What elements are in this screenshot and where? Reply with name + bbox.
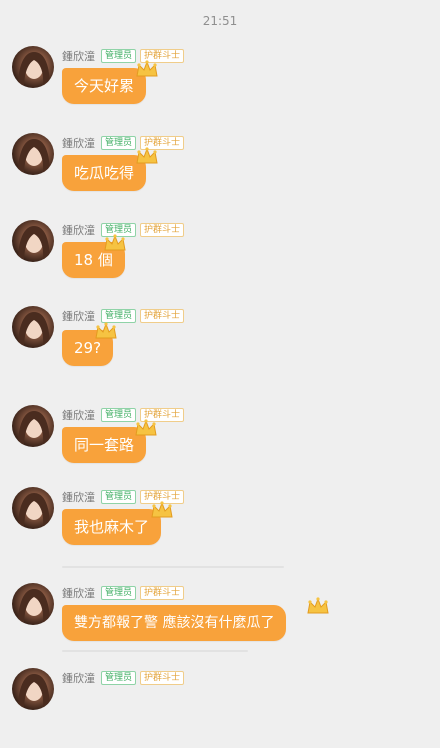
crown-icon [104,234,126,251]
crown-icon [136,60,158,77]
admin-badge: 管理员 [101,309,137,323]
chat-message: 鍾欣潼 管理员 护群斗士 18 個 [0,220,440,300]
crown-icon [136,147,158,164]
admin-badge: 管理员 [101,490,137,504]
sender-name[interactable]: 鍾欣潼 [62,135,95,151]
chat-message: 鍾欣潼 管理员 护群斗士 [0,668,440,748]
admin-badge: 管理员 [101,136,137,150]
admin-badge: 管理员 [101,49,137,63]
admin-badge: 管理员 [101,408,137,422]
message-bubble[interactable]: 雙方都報了警 應該沒有什麼瓜了 [62,605,287,641]
sender-name[interactable]: 鍾欣潼 [62,222,95,238]
sender-name[interactable]: 鍾欣潼 [62,308,95,324]
avatar[interactable] [12,583,54,625]
avatar[interactable] [12,220,54,262]
message-separator [62,566,284,568]
avatar[interactable] [12,487,54,529]
message-bubble[interactable]: 今天好累 [62,68,147,104]
avatar[interactable] [12,668,54,710]
chat-message: 鍾欣潼 管理员 护群斗士 29? [0,306,440,386]
message-bubble[interactable]: 吃瓜吃得 [62,155,147,191]
chat-message: 鍾欣潼 管理员 护群斗士 今天好累 [0,46,440,126]
group-guardian-badge: 护群斗士 [140,586,185,600]
chat-message: 鍾欣潼 管理员 护群斗士 吃瓜吃得 [0,133,440,213]
group-guardian-badge: 护群斗士 [140,671,185,685]
message-separator [62,650,248,652]
sender-name[interactable]: 鍾欣潼 [62,489,95,505]
avatar[interactable] [12,405,54,447]
avatar[interactable] [12,133,54,175]
chat-message: 鍾欣潼 管理员 护群斗士 同一套路 [0,405,440,485]
admin-badge: 管理员 [101,671,137,685]
sender-name[interactable]: 鍾欣潼 [62,407,95,423]
avatar[interactable] [12,306,54,348]
chat-message: 鍾欣潼 管理员 护群斗士 我也麻木了 [0,487,440,567]
sender-name[interactable]: 鍾欣潼 [62,670,95,686]
crown-icon [95,322,117,339]
avatar[interactable] [12,46,54,88]
crown-icon [307,597,329,614]
group-guardian-badge: 护群斗士 [140,309,185,323]
sender-name[interactable]: 鍾欣潼 [62,48,95,64]
sender-name[interactable]: 鍾欣潼 [62,585,95,601]
admin-badge: 管理员 [101,586,137,600]
group-guardian-badge: 护群斗士 [140,223,185,237]
message-bubble[interactable]: 我也麻木了 [62,509,162,545]
message-timestamp: 21:51 [202,14,238,28]
crown-icon [151,501,173,518]
crown-icon [135,419,157,436]
